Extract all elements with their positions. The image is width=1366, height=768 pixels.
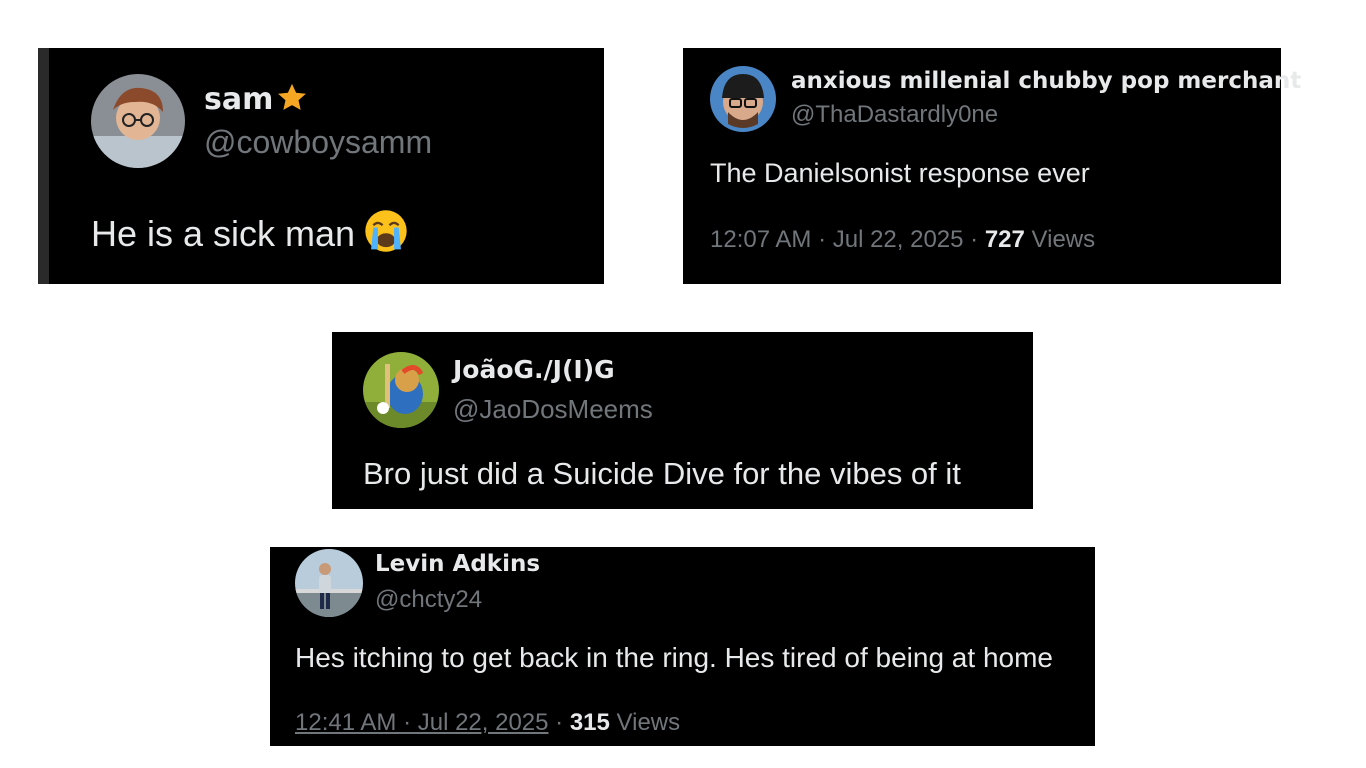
tweet-card[interactable]: anxious millenial chubby pop merchant @T… <box>683 48 1301 284</box>
display-name[interactable]: anxious millenial chubby pop merchant <box>791 68 1301 94</box>
tweet-meta: 12:41 AM · Jul 22, 2025 · 315 Views <box>295 709 680 737</box>
user-avatar[interactable] <box>363 352 439 428</box>
avatar-image-icon <box>91 74 185 168</box>
user-handle[interactable]: @ThaDastardly0ne <box>791 101 998 129</box>
avatar-image-icon <box>295 549 363 617</box>
star-icon <box>275 81 309 123</box>
views-count: 315 <box>569 709 610 736</box>
user-avatar[interactable] <box>91 74 185 168</box>
display-name[interactable]: Levin Adkins <box>375 551 540 577</box>
tweet-meta: 12:07 AM · Jul 22, 2025 · 727 Views <box>710 226 1095 254</box>
tweet-text: Bro just did a Suicide Dive for the vibe… <box>363 456 961 491</box>
display-name[interactable]: JoãoG./J(I)G <box>453 355 615 384</box>
tweet-timestamp[interactable]: 12:41 AM · Jul 22, 2025 <box>295 709 549 736</box>
views-count: 727 <box>984 226 1025 253</box>
meta-separator: · <box>548 709 570 736</box>
tweet-text: Hes itching to get back in the ring. Hes… <box>295 642 1053 673</box>
tweet-text: He is a sick man <box>91 208 409 263</box>
avatar-image-icon <box>363 352 439 428</box>
user-handle[interactable]: @chcty24 <box>375 586 482 614</box>
tweet-timestamp[interactable]: 12:07 AM · Jul 22, 2025 <box>710 226 964 253</box>
user-handle[interactable]: @cowboysamm <box>204 124 432 161</box>
display-name[interactable]: sam <box>204 81 309 123</box>
views-label: Views <box>609 709 681 736</box>
tweet-card[interactable]: Levin Adkins @chcty24 Hes itching to get… <box>270 547 1095 746</box>
meta-separator: · <box>963 226 985 253</box>
tweet-card[interactable]: JoãoG./J(I)G @JaoDosMeems Bro just did a… <box>332 332 1033 509</box>
tweet-text: The Danielsonist response ever <box>710 158 1090 188</box>
user-avatar[interactable] <box>295 549 363 617</box>
user-avatar[interactable] <box>710 66 776 132</box>
loudly-crying-face-icon <box>363 208 409 263</box>
tweet-card[interactable]: sam @cowboysamm He is a sick man <box>38 48 604 284</box>
avatar-image-icon <box>710 66 776 132</box>
views-label: Views <box>1024 226 1096 253</box>
user-handle[interactable]: @JaoDosMeems <box>453 394 653 425</box>
